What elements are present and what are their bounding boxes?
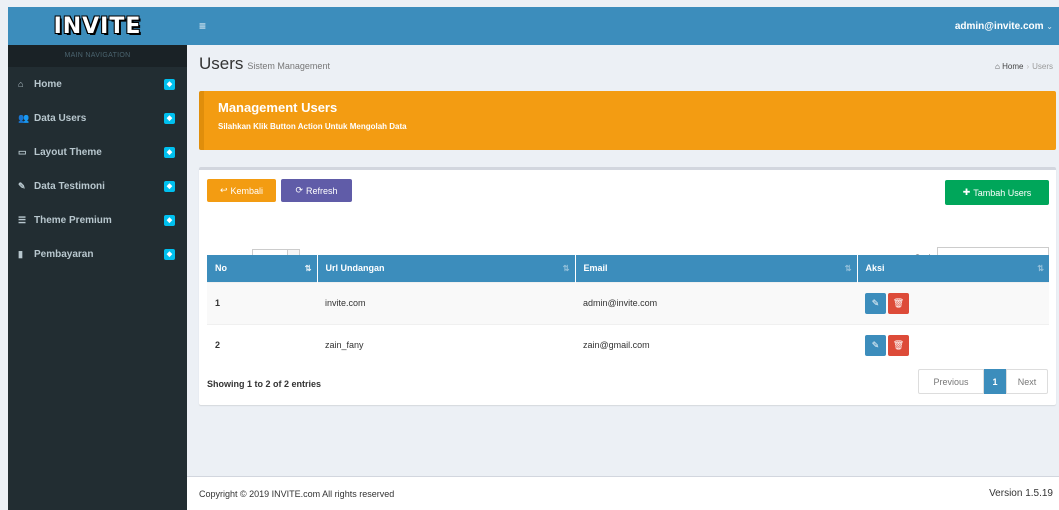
table-row: 2 zain_fany zain@gmail.com ✎ 🗑 xyxy=(207,323,1049,366)
table-header-row: No ⇅ Url Undangan ⇅ Email ⇅ Aksi ⇅ xyxy=(207,255,1049,282)
sort-icon: ⇅ xyxy=(562,264,570,273)
hamburger-menu-icon[interactable]: ≡ xyxy=(199,19,206,33)
column-header-url[interactable]: Url Undangan ⇅ xyxy=(317,255,576,282)
pagination: Previous 1 Next xyxy=(918,369,1048,394)
column-header-email[interactable]: Email ⇅ xyxy=(575,255,858,282)
edit-icon[interactable]: ✎ xyxy=(865,292,886,314)
sidebar-item-label: Theme Premium xyxy=(34,214,112,226)
breadcrumb: ⌂ Home › Users xyxy=(995,62,1053,71)
sidebar: INVITE MAIN NAVIGATION ⌂ Home ◆ 👥 Data User… xyxy=(8,7,187,510)
cell-url: zain_fany xyxy=(317,323,575,366)
sort-icon: ⇅ xyxy=(844,264,852,273)
badge-icon: ◆ xyxy=(164,112,175,124)
column-header-no[interactable]: No ⇅ xyxy=(207,255,318,282)
users-table: No ⇅ Url Undangan ⇅ Email ⇅ Aksi ⇅ 1 invite.… xyxy=(207,255,1049,366)
sidebar-menu: ⌂ Home ◆ 👥 Data Users ◆ ▭ Layout Theme ◆ ✎ Data… xyxy=(8,67,187,271)
reply-icon: ↩ xyxy=(219,185,228,195)
sidebar-item-data-testimoni[interactable]: ✎ Data Testimoni ◆ xyxy=(8,169,187,203)
breadcrumb-home[interactable]: ⌂ Home xyxy=(995,62,1023,71)
table-row: 1 invite.com admin@invite.com ✎ 🗑 xyxy=(207,281,1049,324)
chevron-down-icon: ⌄ xyxy=(1046,21,1053,31)
sort-icon: ⇅ xyxy=(1037,264,1044,273)
content-header: Users Sistem Management ⌂ Home › Users xyxy=(199,54,1059,74)
user-email: admin@invite.com xyxy=(954,20,1044,32)
sidebar-item-label: Data Testimoni xyxy=(34,180,105,192)
edit-icon[interactable]: ✎ xyxy=(865,334,886,356)
badge-icon: ◆ xyxy=(164,214,175,226)
main-navigation-header: MAIN NAVIGATION xyxy=(8,45,187,67)
back-button[interactable]: ↩ Kembali xyxy=(207,179,276,202)
sidebar-item-layout-theme[interactable]: ▭ Layout Theme ◆ xyxy=(8,135,187,169)
cell-email: zain@gmail.com xyxy=(575,323,857,366)
next-page-button[interactable]: Next xyxy=(1006,369,1048,394)
column-header-label: Email xyxy=(583,263,608,274)
add-user-button[interactable]: ✚ Tambah Users xyxy=(945,180,1049,205)
column-header-aksi[interactable]: Aksi ⇅ xyxy=(857,255,1049,282)
cell-no: 1 xyxy=(207,281,317,324)
sidebar-item-pembayaran[interactable]: ▮ Pembayaran ◆ xyxy=(8,237,187,271)
sidebar-item-home[interactable]: ⌂ Home ◆ xyxy=(8,67,187,101)
cell-no: 2 xyxy=(207,323,317,366)
column-header-label: Aksi xyxy=(865,263,885,274)
copyright-text: Copyright © 2019 INVITE.com All rights r… xyxy=(199,488,395,499)
page-1-button[interactable]: 1 xyxy=(984,369,1006,394)
info-callout: Management Users Silahkan Klik Button Ac… xyxy=(199,91,1056,150)
page-subtitle: Sistem Management xyxy=(247,61,330,71)
home-icon: ⌂ xyxy=(995,62,1000,71)
column-header-label: Url Undangan xyxy=(325,263,385,274)
sidebar-item-label: Data Users xyxy=(34,112,87,124)
trash-icon[interactable]: 🗑 xyxy=(888,334,909,356)
cell-actions: ✎ 🗑 xyxy=(857,281,1049,324)
sort-icon: ⇅ xyxy=(304,264,312,273)
cell-email: admin@invite.com xyxy=(575,281,857,324)
users-icon: 👥 xyxy=(18,112,30,123)
sidebar-item-label: Pembayaran xyxy=(34,248,94,260)
user-menu[interactable]: admin@invite.com ⌄ xyxy=(955,21,1053,32)
badge-icon: ◆ xyxy=(164,248,175,260)
home-icon: ⌂ xyxy=(18,79,24,89)
breadcrumb-current: Users xyxy=(1032,62,1053,71)
trash-icon[interactable]: 🗑 xyxy=(888,292,909,314)
top-navbar: ≡ admin@invite.com ⌄ xyxy=(187,7,1059,45)
sidebar-item-data-users[interactable]: 👥 Data Users ◆ xyxy=(8,101,187,135)
badge-icon: ◆ xyxy=(164,180,175,192)
list-icon: ☰ xyxy=(18,214,27,225)
column-header-label: No xyxy=(215,263,227,274)
refresh-button-label: Refresh xyxy=(306,185,338,196)
breadcrumb-separator: › xyxy=(1026,62,1030,71)
plus-icon: ✚ xyxy=(962,187,971,197)
sidebar-item-theme-premium[interactable]: ☰ Theme Premium ◆ xyxy=(8,203,187,237)
edit-icon: ✎ xyxy=(18,180,26,191)
book-icon: ▮ xyxy=(18,248,23,259)
footer: Copyright © 2019 INVITE.com All rights r… xyxy=(187,476,1059,510)
users-box: ↩ Kembali ⟳ Refresh ✚ Tambah Users Tampilka… xyxy=(199,167,1056,405)
sidebar-item-label: Home xyxy=(34,78,62,90)
sidebar-item-label: Layout Theme xyxy=(34,146,102,158)
cell-actions: ✎ 🗑 xyxy=(857,323,1049,366)
logo-text: INVITE xyxy=(53,13,142,39)
add-user-button-label: Tambah Users xyxy=(973,187,1032,198)
version-text: Version 1.5.19 xyxy=(989,488,1053,499)
page-title-text: Users xyxy=(199,54,244,73)
badge-icon: ◆ xyxy=(164,146,175,158)
table-info: Showing 1 to 2 of 2 entries xyxy=(207,379,322,389)
badge-icon: ◆ xyxy=(164,78,175,90)
breadcrumb-home-label: Home xyxy=(1002,62,1024,71)
previous-page-button[interactable]: Previous xyxy=(918,369,984,394)
refresh-button[interactable]: ⟳ Refresh xyxy=(281,179,352,202)
desktop-icon: ▭ xyxy=(18,146,27,157)
page-title: Users Sistem Management xyxy=(199,54,330,74)
callout-text: Silahkan Klik Button Action Untuk Mengol… xyxy=(218,122,407,131)
back-button-label: Kembali xyxy=(230,185,264,196)
refresh-icon: ⟳ xyxy=(295,185,304,195)
app-logo[interactable]: INVITE xyxy=(8,7,187,45)
callout-title: Management Users xyxy=(218,100,338,115)
cell-url: invite.com xyxy=(317,281,575,324)
